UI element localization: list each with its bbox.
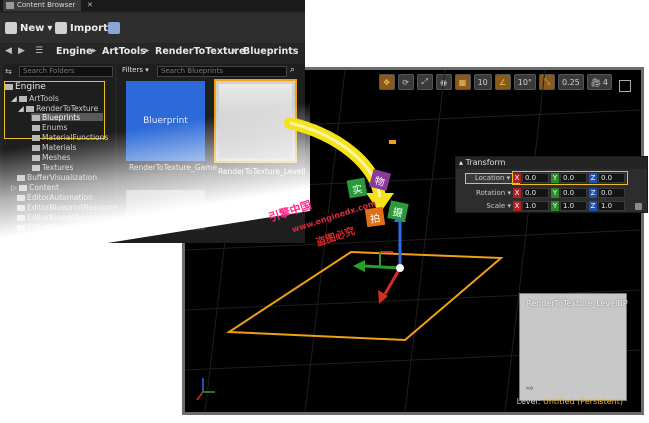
tree-item-enums[interactable]: Enums: [32, 123, 67, 132]
close-icon[interactable]: ✕: [87, 1, 93, 9]
import-button[interactable]: Import: [55, 20, 108, 36]
import-label: Import: [70, 22, 108, 34]
transform-title: Transform: [465, 158, 506, 167]
preview-title: RenderToTexture_LevelBP: [526, 299, 628, 308]
tree-toggle-icon[interactable]: ⇆: [5, 67, 12, 76]
rotation-row: Rotation ▾ X 0.0 Y 0.0 Z 0.0: [456, 187, 647, 199]
world-axis-icon: [196, 378, 215, 401]
transform-panel: ▴ Transform Location ▾ X 0.0 Y 0.0 Z 0.0…: [455, 156, 648, 213]
chevron-down-icon: ▾: [47, 22, 53, 34]
stamp-1: 实: [346, 177, 368, 199]
y-axis-icon: Y: [551, 201, 559, 211]
location-label: Location: [474, 173, 505, 182]
breadcrumb-arttools[interactable]: ArtTools: [102, 46, 146, 57]
drag-arrow-icon: [284, 117, 394, 213]
new-label: New: [20, 22, 45, 34]
breadcrumb-separator: ▸: [233, 46, 238, 56]
path-bar: ◀ ▶ ☰ Engine ▸ ArtTools ▸ RenderToTextur…: [0, 43, 305, 61]
breadcrumb-engine[interactable]: Engine: [56, 46, 93, 57]
tree-item-editorblueprintresources[interactable]: EditorBlueprintResources: [17, 203, 122, 212]
asset-thumbnail-game[interactable]: Bluerprint: [126, 81, 205, 161]
cb-toolbar: New ▾ Import: [0, 13, 305, 43]
breadcrumb-rendertotexture[interactable]: RenderToTexture: [155, 46, 245, 57]
x-axis-icon: X: [513, 201, 521, 211]
scale-x-field[interactable]: 1.0: [522, 201, 549, 211]
breadcrumb-separator: ▸: [92, 46, 97, 56]
stamp-4: 摄: [387, 200, 409, 222]
back-icon[interactable]: ◀: [5, 46, 12, 56]
tab-strip: Content Browser ✕: [0, 0, 305, 11]
scale-z-field[interactable]: 1.0: [598, 201, 625, 211]
lock-icon[interactable]: [635, 203, 642, 210]
scale-y-field[interactable]: 1.0: [560, 201, 587, 211]
tree-item-editorkismetresources[interactable]: EditorKismetResources: [17, 213, 113, 222]
location-fields-highlight: [512, 171, 628, 185]
scale-row: Scale ▾ X 1.0 Y 1.0 Z 1.0: [456, 200, 647, 212]
transform-header[interactable]: ▴ Transform: [456, 157, 647, 169]
asset-label-game[interactable]: RenderToTexture_Game: [129, 163, 217, 172]
rotation-dropdown[interactable]: Rotation ▾: [463, 189, 511, 197]
breadcrumb-blueprints[interactable]: Blueprints: [243, 46, 298, 57]
asset-thumbnail-third[interactable]: [126, 190, 205, 230]
new-asset-icon: [5, 22, 17, 34]
tree-item-editorautomation[interactable]: EditorAutomation: [17, 193, 93, 202]
tree-item-arttools[interactable]: ◢ ArtTools: [11, 94, 59, 103]
scale-label: Scale: [486, 202, 506, 210]
forward-icon[interactable]: ▶: [18, 46, 25, 56]
tree-item-engine[interactable]: Engine: [5, 82, 46, 92]
content-browser: Content Browser ✕ New ▾ Import ◀ ▶ ☰ Eng…: [0, 0, 305, 243]
tab-content-browser[interactable]: Content Browser: [3, 0, 81, 11]
folder-tree: ⇆ Search Folders Engine ◢ ArtTools ◢ Ren…: [3, 64, 128, 243]
z-axis-icon: Z: [589, 188, 597, 198]
import-icon: [55, 22, 67, 34]
scale-dropdown[interactable]: Scale ▾: [463, 202, 511, 210]
render-target-preview: RenderToTexture_LevelBP ⇨: [519, 293, 628, 401]
rotation-label: Rotation: [475, 189, 506, 197]
tree-item-textures[interactable]: Textures: [32, 163, 73, 172]
tree-item-rendertotexture[interactable]: ◢ RenderToTexture: [18, 104, 98, 113]
tree-item-buffervisualization[interactable]: BufferVisualization: [17, 173, 97, 182]
level-name: Untitled (Persistent): [542, 397, 623, 406]
tree-item-blueprints[interactable]: Blueprints: [32, 113, 80, 122]
asset-search-input[interactable]: Search Blueprints: [157, 66, 287, 77]
y-axis-icon: Y: [551, 188, 559, 198]
tab-title: Content Browser: [17, 1, 76, 9]
search-icon: ⌕: [290, 65, 296, 75]
level-label: Level:: [516, 397, 541, 406]
filters-button[interactable]: Filters ▾: [122, 66, 149, 74]
preview-pin-icon[interactable]: ⇨: [526, 384, 534, 394]
breadcrumb-separator: ▸: [145, 46, 150, 56]
tree-item-materialfunctions[interactable]: MaterialFunctions: [32, 133, 108, 142]
tree-item-meshes[interactable]: Meshes: [32, 153, 70, 162]
level-indicator: Level: Untitled (Persistent): [517, 397, 623, 406]
z-axis-icon: Z: [589, 201, 597, 211]
stamp-3: 拍: [364, 206, 386, 228]
rotation-x-field[interactable]: 0.0: [522, 188, 549, 198]
tree-item-editorlandscaperesources[interactable]: EditorLandscapeResources: [17, 223, 128, 232]
rotation-y-field[interactable]: 0.0: [560, 188, 587, 198]
filters-label: Filters: [122, 66, 143, 74]
rotation-z-field[interactable]: 0.0: [598, 188, 625, 198]
content-browser-icon: [6, 2, 14, 9]
path-menu-icon[interactable]: ☰: [35, 46, 43, 56]
new-button[interactable]: New ▾: [5, 20, 52, 36]
tree-item-materials[interactable]: Materials: [32, 143, 76, 152]
tree-item-content[interactable]: ▷ Content: [11, 183, 59, 192]
save-icon: [108, 22, 120, 34]
x-axis-icon: X: [513, 188, 521, 198]
asset-thumb-text: Bluerprint: [143, 116, 188, 126]
save-all-button[interactable]: [108, 20, 120, 36]
folder-search-input[interactable]: Search Folders: [19, 66, 113, 77]
